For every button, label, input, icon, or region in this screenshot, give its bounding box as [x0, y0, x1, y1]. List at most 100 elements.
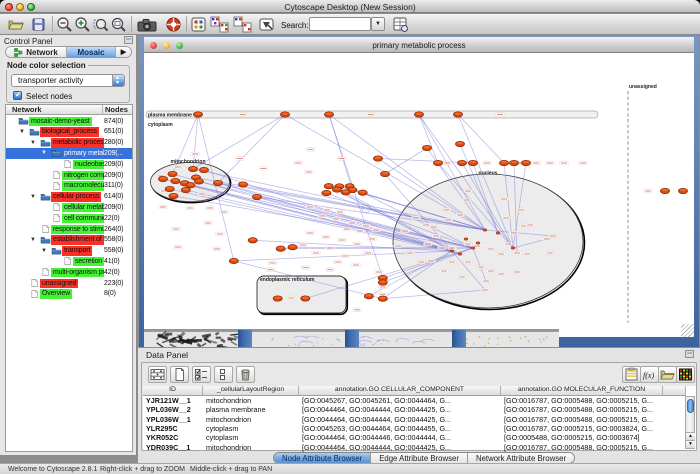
- background-window-border[interactable]: [452, 330, 466, 347]
- column-header[interactable]: _cellularLayoutRegion: [203, 386, 299, 396]
- table-cell[interactable]: mitochondrion: [203, 415, 297, 424]
- help-ring-icon[interactable]: [165, 16, 182, 33]
- table-cell[interactable]: [GO:0016787, GO:0005215, GO:0003824, G..…: [501, 424, 661, 433]
- tree-row-label[interactable]: cellular metabo: [62, 203, 104, 213]
- column-header[interactable]: annotation.GO MOLECULAR_FUNCTION: [501, 386, 663, 396]
- network-canvas[interactable]: plasma membranecytoplasmnucleusmitochond…: [144, 53, 694, 337]
- new-attribute-icon[interactable]: [170, 366, 189, 383]
- network-window-titlebar[interactable]: primary metabolic process: [144, 37, 694, 53]
- tree-row-label[interactable]: response to stimulu: [51, 225, 104, 235]
- annotation-icon[interactable]: [258, 16, 275, 33]
- delete-attribute-icon[interactable]: [236, 366, 255, 383]
- mini-node[interactable]: [464, 238, 468, 241]
- mini-node[interactable]: [496, 232, 500, 235]
- browser-tab[interactable]: Edge Attribute Browser: [371, 453, 468, 463]
- scroll-up-icon[interactable]: ▲: [686, 432, 695, 440]
- expand-triangle-icon[interactable]: ▼: [30, 194, 36, 200]
- zoom-in-icon[interactable]: [74, 16, 91, 33]
- tree-row[interactable]: unassigned223(0): [6, 278, 132, 289]
- tree-row-label[interactable]: mosaic-demo-yeast: [29, 117, 92, 127]
- column-header[interactable]: [663, 386, 686, 396]
- table-cell[interactable]: [GO:0044464, GO:0044444, GO:0044425, G..…: [299, 405, 499, 414]
- expand-triangle-icon[interactable]: ▼: [19, 129, 25, 135]
- table-cell[interactable]: [GO:0016787, GO:0005488, GO:0005215, G..…: [501, 443, 661, 452]
- expand-triangle-icon[interactable]: ▼: [41, 248, 47, 254]
- tree-row[interactable]: cellular metabo209(0): [6, 202, 132, 213]
- mini-node[interactable]: [458, 253, 462, 256]
- tree-row[interactable]: multi-organism pro42(0): [6, 267, 132, 278]
- tree-row[interactable]: secretion41(0): [6, 256, 132, 267]
- float-data-panel-icon[interactable]: [685, 350, 694, 358]
- table-cell[interactable]: mitochondrion: [203, 443, 297, 452]
- table-cell[interactable]: cytoplasm: [203, 433, 297, 442]
- tree-row-label[interactable]: secretion: [73, 257, 104, 267]
- float-panel-icon[interactable]: [124, 36, 133, 44]
- copy-network-style-icon[interactable]: [210, 16, 229, 33]
- table-cell[interactable]: [GO:0016787, GO:0005488, GO:0005215, G..…: [501, 415, 661, 424]
- tree-row-label[interactable]: primary metabo: [62, 149, 104, 159]
- tab-overflow-button[interactable]: ▶: [116, 47, 131, 57]
- tree-row[interactable]: ▼establishment of lo558(0): [6, 235, 132, 246]
- table-cell[interactable]: [GO:0016787, GO:0005488, GO:0005215, G..…: [501, 396, 661, 405]
- search-dropdown-icon[interactable]: ▼: [371, 17, 385, 31]
- heatmap-icon[interactable]: [676, 366, 695, 383]
- select-nodes-checkbox[interactable]: [13, 91, 22, 100]
- table-cell[interactable]: YKR052C: [143, 433, 201, 442]
- tab-network[interactable]: Network: [6, 47, 67, 57]
- background-window-border[interactable]: [345, 330, 359, 347]
- tree-row[interactable]: macromolecule311(0): [6, 181, 132, 192]
- camera-icon[interactable]: [137, 16, 157, 33]
- table-cell[interactable]: YDR039C__1: [143, 443, 201, 452]
- mini-node[interactable]: [471, 247, 475, 250]
- tree-row-label[interactable]: unassigned: [40, 279, 78, 289]
- tree-row[interactable]: ▼metabolic process280(0): [6, 138, 132, 149]
- zoom-out-icon[interactable]: [56, 16, 73, 33]
- zoom-selected-icon[interactable]: [92, 16, 109, 33]
- tree-row-label[interactable]: nucleobase-: [73, 160, 104, 170]
- paste-network-style-icon[interactable]: [233, 16, 252, 33]
- unselect-attributes-icon[interactable]: [214, 366, 233, 383]
- expand-triangle-icon[interactable]: ▼: [41, 150, 47, 156]
- table-cell[interactable]: [GO:0044464, GO:0044444, GO:0044425, G..…: [299, 443, 499, 452]
- table-cell[interactable]: [GO:0045267, GO:0045261, GO:0044464, G..…: [299, 396, 499, 405]
- tree-row[interactable]: Overview8(0): [6, 289, 132, 300]
- tree-row[interactable]: ▼transport558(0): [6, 246, 132, 257]
- table-cell[interactable]: YPL036W__2: [143, 405, 201, 414]
- import-attributes-icon[interactable]: [622, 366, 641, 383]
- resize-grip-icon[interactable]: [681, 324, 694, 337]
- table-cell[interactable]: [GO:0044464, GO:0044446, GO:0044444, G..…: [299, 433, 499, 442]
- column-header[interactable]: ID: [143, 386, 203, 396]
- tree-row-label[interactable]: macromolecule: [62, 181, 104, 191]
- tree-row-label[interactable]: cell communicat: [62, 214, 104, 224]
- edge[interactable]: [419, 115, 438, 164]
- edge[interactable]: [193, 115, 285, 170]
- node-attributes-icon[interactable]: [190, 16, 207, 33]
- tree-row[interactable]: nitrogen compo209(0): [6, 170, 132, 181]
- scroll-down-icon[interactable]: ▼: [686, 440, 695, 448]
- tree-row[interactable]: ▼biological_process651(0): [6, 127, 132, 138]
- tab-mosaic[interactable]: Mosaic: [67, 47, 116, 57]
- network-window[interactable]: primary metabolic process plasma membran…: [139, 36, 699, 347]
- scrollbar-thumb[interactable]: [687, 399, 694, 413]
- tree-row-label[interactable]: establishment of lo: [51, 235, 104, 245]
- table-cell[interactable]: [GO:0045263, GO:0044464, GO:0044455, G..…: [299, 424, 499, 433]
- background-windows-strip[interactable]: [144, 329, 559, 347]
- table-scrollbar[interactable]: ▲ ▼: [685, 396, 695, 449]
- table-cell[interactable]: mitochondrion: [203, 396, 297, 405]
- table-cell[interactable]: [GO:0044464, GO:0044444, GO:0044425, G..…: [299, 415, 499, 424]
- tree-row-label[interactable]: biological_process: [40, 127, 99, 137]
- attribute-table-icon[interactable]: [148, 366, 167, 383]
- search-input[interactable]: [309, 17, 371, 31]
- background-window-border[interactable]: [238, 330, 252, 347]
- mini-node[interactable]: [450, 250, 454, 253]
- tree-row-label[interactable]: multi-organism pro: [51, 268, 104, 278]
- expand-triangle-icon[interactable]: ▼: [30, 140, 36, 146]
- mini-node[interactable]: [511, 247, 515, 250]
- open-attribute-file-icon[interactable]: [658, 366, 677, 383]
- table-cell[interactable]: [GO:0016787, GO:0005488, GO:0005215, G..…: [501, 405, 661, 414]
- open-folder-icon[interactable]: [7, 16, 24, 33]
- zoom-fit-icon[interactable]: [110, 16, 127, 33]
- table-cell[interactable]: YLR295C: [143, 424, 201, 433]
- tree-row[interactable]: mosaic-demo-yeast874(0): [6, 116, 132, 127]
- tree-row-label[interactable]: cellular process: [51, 192, 101, 202]
